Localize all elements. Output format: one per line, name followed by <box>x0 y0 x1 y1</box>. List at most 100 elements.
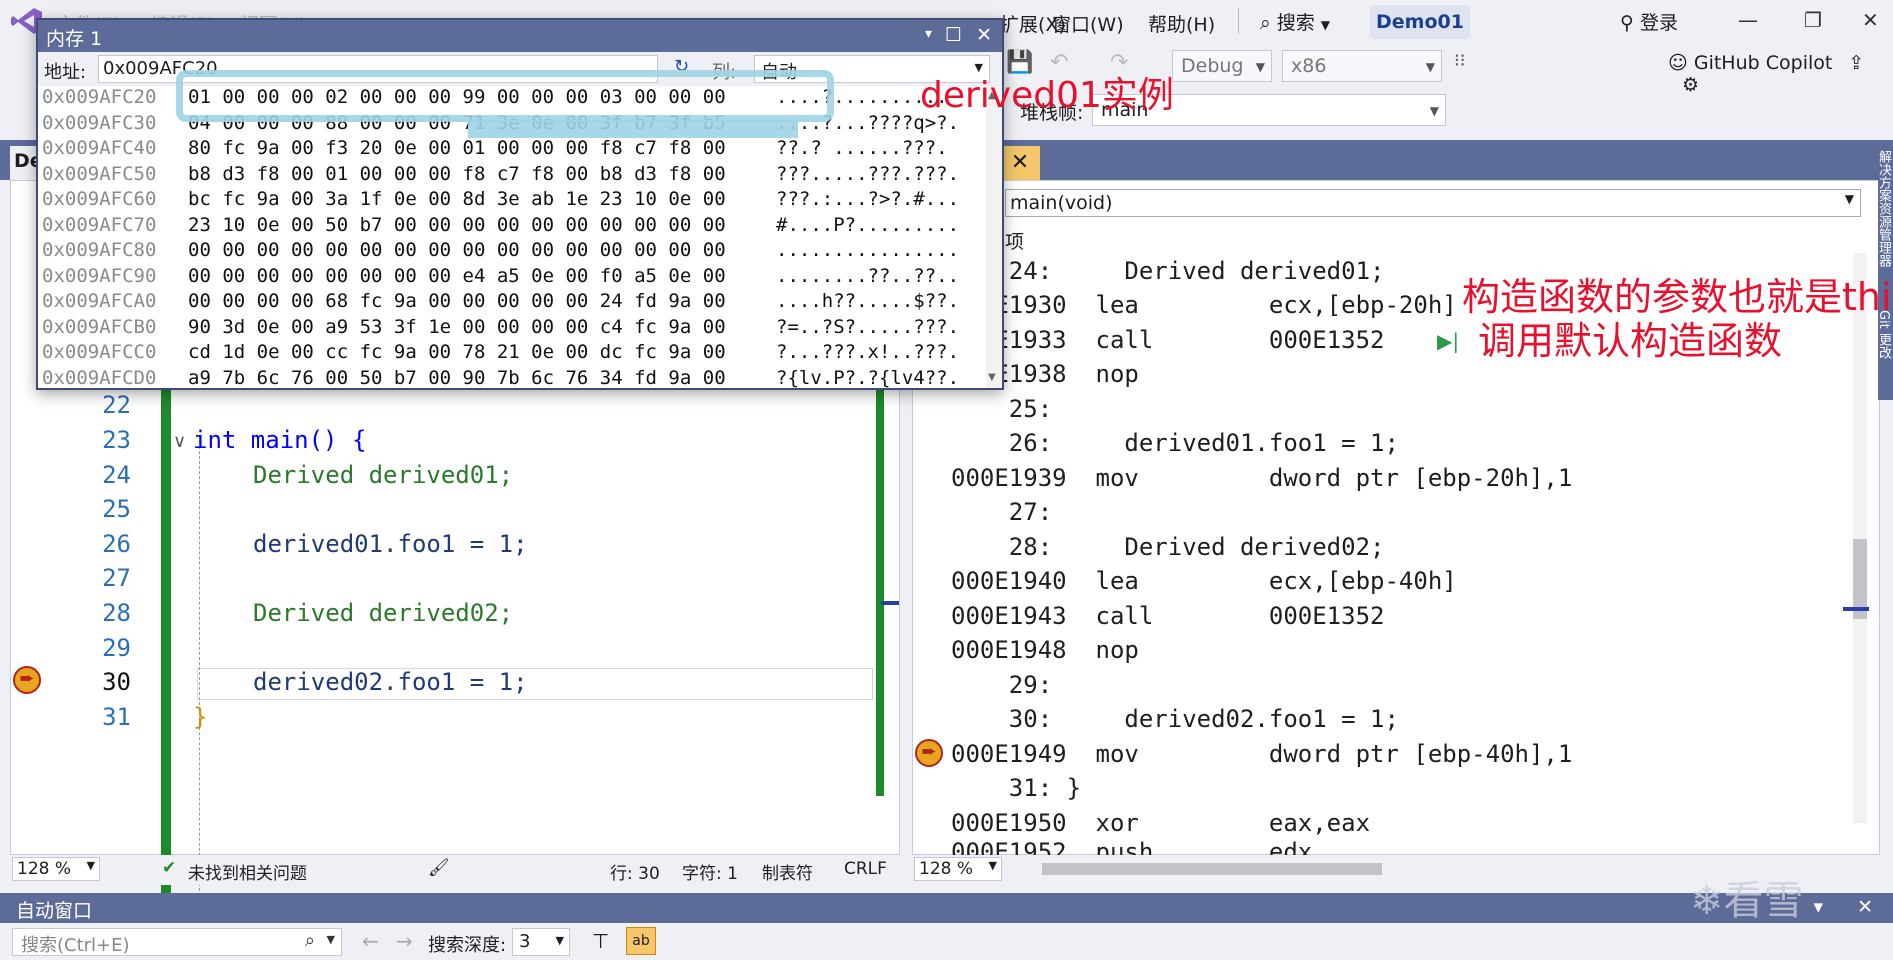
search-button[interactable]: ⌕ 搜索 ▼ <box>1260 8 1330 35</box>
memory-ascii: #....P?......... <box>776 213 960 236</box>
memory-address: 0x009AFC90 <box>42 264 157 287</box>
close-window-icon[interactable]: ✕ <box>1862 8 1879 32</box>
pin-icon[interactable]: ⊤ <box>592 929 609 953</box>
memory-ascii: ??.? ......???. <box>776 137 948 159</box>
scroll-marker <box>1843 607 1869 611</box>
search-placeholder: 搜索(Ctrl+E) <box>21 935 130 956</box>
memory-bytes: 23 10 0e 00 50 b7 00 00 00 00 00 00 00 0… <box>188 213 726 236</box>
disasm-line: 000E1939 mov dword ptr [ebp-20h],1 <box>951 464 1573 492</box>
memory-row[interactable]: 0x009AFC40 80 fc 9a 00 f3 20 0e 00 01 00 … <box>42 137 948 162</box>
step-into-icon[interactable]: ▶| <box>1437 329 1459 353</box>
disasm-line: 25: <box>951 395 1067 423</box>
code-line: } <box>193 703 208 731</box>
disasm-line: 30: derived02.foo1 = 1; <box>951 705 1399 733</box>
disasm-line: 000E1940 lea ecx,[ebp-40h] <box>951 567 1457 595</box>
memory-row[interactable]: 0x009AFCD0 a9 7b 6c 76 00 50 b7 00 90 7b … <box>42 367 959 389</box>
back-icon[interactable]: ← <box>362 929 379 953</box>
chevron-down-icon: ▼ <box>1429 104 1439 118</box>
memory-window-title-bar[interactable]: 内存 1 ▾ ☐ ✕ <box>38 20 1002 52</box>
memory-scrollbar[interactable] <box>986 86 1002 388</box>
line-number: 27 <box>102 564 131 592</box>
overflow-icon[interactable]: ⁝⁝ <box>1454 50 1465 71</box>
derived01-annotation: derived01实例 <box>920 75 1174 116</box>
memory-window[interactable]: 内存 1 ▾ ☐ ✕ 地址: 0x009AFC20 ↻ 列: 自动 ▼ 0x00… <box>36 18 1004 390</box>
memory-ascii: ?{lv.P?.?{lv4??. <box>776 366 960 389</box>
memory-ascii: ................ <box>776 239 960 261</box>
memory-row[interactable]: 0x009AFC20 01 00 00 00 02 00 00 00 99 00 … <box>42 86 948 111</box>
highlight-brush-stroke <box>468 120 798 138</box>
memory-bytes: a9 7b 6c 76 00 50 b7 00 90 7b 6c 76 34 f… <box>188 366 726 389</box>
disasm-line: 000E1952 push edx <box>951 838 1313 856</box>
memory-row[interactable]: 0x009AFC90 00 00 00 00 00 00 00 00 e4 a5 … <box>42 264 959 290</box>
menu-window[interactable]: 窗口(W) <box>1052 10 1124 37</box>
close-icon[interactable]: ✕ <box>976 24 992 46</box>
memory-address: 0x009AFCA0 <box>42 290 157 312</box>
memory-row[interactable]: 0x009AFCB0 90 3d 0e 00 a9 53 3f 1e 00 00 … <box>42 316 959 341</box>
memory-bytes: 00 00 00 00 68 fc 9a 00 00 00 00 00 24 f… <box>188 290 726 312</box>
horizontal-scroll-thumb[interactable] <box>1042 863 1382 875</box>
change-bar <box>161 381 171 916</box>
line-number: 29 <box>102 634 131 662</box>
line-number: 25 <box>102 495 131 523</box>
scroll-down-icon[interactable]: ▼ <box>988 372 996 383</box>
login-button[interactable]: ⚲ 登录 <box>1620 8 1678 35</box>
format-icon[interactable]: ab <box>626 927 656 955</box>
zoom-select[interactable]: 128 % ▼ <box>12 857 100 881</box>
watermark-text: 看雪 <box>1723 878 1804 924</box>
disasm-line: 28: Derived derived02; <box>951 533 1385 561</box>
restore-icon[interactable]: ❐ <box>1804 8 1822 32</box>
share-icon[interactable]: ⇪ <box>1848 52 1864 74</box>
chevron-down-icon: ▼ <box>1844 192 1854 206</box>
memory-ascii: ???.....???.???. <box>776 162 960 185</box>
function-select-value: main(void) <box>1010 192 1113 214</box>
collapse-icon[interactable]: ∨ <box>173 431 186 452</box>
maximize-icon[interactable]: ☐ <box>945 24 962 46</box>
menu-divider <box>1238 8 1239 34</box>
memory-row[interactable]: 0x009AFC60 bc fc 9a 00 3a 1f 0e 00 8d 3e … <box>42 188 959 213</box>
memory-bytes: b8 d3 f8 00 01 00 00 00 f8 c7 f8 00 b8 d… <box>188 162 726 185</box>
close-icon[interactable]: ✕ <box>1857 896 1873 918</box>
forward-icon[interactable]: → <box>396 929 413 953</box>
chevron-down-icon[interactable]: ▾ <box>925 26 932 42</box>
config-value: Debug <box>1181 55 1244 77</box>
vertical-scrollbar[interactable] <box>1853 253 1867 823</box>
chevron-down-icon: ▼ <box>1255 60 1265 74</box>
memory-row[interactable]: 0x009AFC30 04 00 00 00 88 00 00 00 71 3e … <box>42 111 959 137</box>
function-select[interactable]: main(void) ▼ <box>1005 189 1861 217</box>
memory-window-title: 内存 1 <box>46 28 103 50</box>
search-icon: ⌕ <box>304 930 315 951</box>
disassembly-tab-close-icon[interactable]: ✕ <box>1000 146 1040 180</box>
issues-status[interactable]: 未找到相关问题 <box>188 859 307 884</box>
zoom-select[interactable]: 128 % ▼ <box>914 857 1002 881</box>
memory-row[interactable]: 0x009AFC70 23 10 0e 00 50 b7 00 00 00 00 … <box>42 214 959 239</box>
memory-ascii: ....h??.....$??. <box>776 290 960 312</box>
line-number: 24 <box>102 461 131 489</box>
memory-row[interactable]: 0x009AFC80 00 00 00 00 00 00 00 00 00 00 … <box>42 239 959 264</box>
platform-select[interactable]: x86 ▼ <box>1282 50 1442 82</box>
config-select[interactable]: Debug ▼ <box>1172 50 1272 82</box>
memory-address: 0x009AFC30 <box>42 111 157 134</box>
memory-row[interactable]: 0x009AFCC0 cd 1d 0e 00 cc fc 9a 00 78 21 … <box>42 341 959 366</box>
auto-window-toolbar: 搜索(Ctrl+E) ⌕ ▼ ← → 搜索深度: 3 ▼ ⊤ ab <box>0 923 1893 960</box>
tab-mode[interactable]: 制表符 <box>762 859 813 884</box>
solution-name-badge[interactable]: Demo01 <box>1370 5 1470 39</box>
auto-search-input[interactable]: 搜索(Ctrl+E) ⌕ ▼ <box>12 928 342 956</box>
memory-row[interactable]: 0x009AFCA0 00 00 00 00 68 fc 9a 00 00 00 … <box>42 290 959 315</box>
line-ending[interactable]: CRLF <box>844 859 887 879</box>
memory-row[interactable]: 0x009AFC50 b8 d3 f8 00 01 00 00 00 f8 c7 … <box>42 162 959 188</box>
search-depth-select[interactable]: 3 ▼ <box>512 928 570 956</box>
brush-icon[interactable]: 🖌 <box>428 858 450 878</box>
line-number: 26 <box>102 530 131 558</box>
chevron-down-icon[interactable]: ▾ <box>1813 896 1823 918</box>
line-number: 22 <box>102 391 131 419</box>
solution-explorer-tab[interactable]: 解决方案资源管理器 <box>1876 150 1893 267</box>
memory-address: 0x009AFC50 <box>42 162 157 185</box>
menu-help[interactable]: 帮助(H) <box>1148 10 1215 37</box>
current-line-arrow-icon: ➨ <box>13 666 41 694</box>
memory-address: 0x009AFC60 <box>42 188 157 210</box>
minimize-icon[interactable]: — <box>1738 8 1758 32</box>
search-depth-value: 3 <box>519 931 531 952</box>
disasm-line: 000E1943 call 000E1352 <box>951 602 1385 630</box>
disasm-line: 000E1933 call 000E1352 <box>951 326 1385 354</box>
disasm-line: 27: <box>951 498 1067 526</box>
